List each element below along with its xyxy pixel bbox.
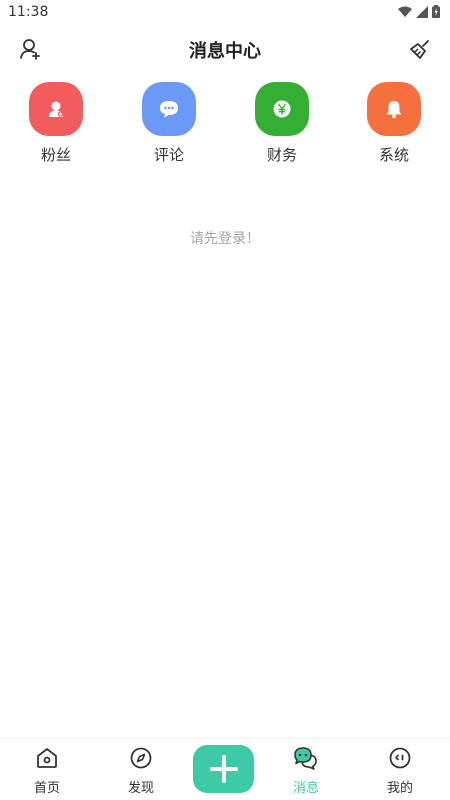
- publish-button[interactable]: [193, 745, 254, 793]
- fans-entry[interactable]: 粉丝: [11, 82, 101, 165]
- broom-icon: [410, 40, 429, 59]
- comment-entry[interactable]: 评论: [124, 82, 214, 165]
- wifi-icon: [398, 6, 412, 17]
- tab-profile[interactable]: 我的: [365, 745, 435, 796]
- message-category-row: 粉丝 评论 财务 系统: [0, 82, 450, 166]
- plus-icon: [209, 755, 238, 783]
- tab-home-label: 首页: [33, 781, 60, 796]
- bell-icon: [367, 82, 421, 136]
- status-bar: 11:38: [0, 0, 450, 24]
- bottom-tab-bar: 首页 发现 消息 我的: [0, 738, 450, 800]
- tab-discover-label: 发现: [127, 781, 154, 796]
- home-icon: [34, 745, 60, 771]
- comment-label: 评论: [153, 146, 184, 164]
- battery-icon: [432, 5, 440, 18]
- status-time: 11:38: [8, 4, 49, 20]
- finance-entry[interactable]: 财务: [237, 82, 327, 165]
- page-title: 消息中心: [189, 41, 261, 62]
- finance-label: 财务: [266, 146, 297, 164]
- comment-icon: [142, 82, 196, 136]
- fans-icon: [29, 82, 83, 136]
- tab-discover[interactable]: 发现: [106, 745, 176, 796]
- login-prompt-message: 请先登录！: [190, 231, 260, 247]
- signal-icon: [416, 5, 428, 18]
- system-entry[interactable]: 系统: [349, 82, 439, 165]
- status-icons: [398, 5, 440, 18]
- chat-bubble-icon: [293, 745, 319, 771]
- tab-profile-label: 我的: [386, 781, 413, 796]
- tab-home[interactable]: 首页: [12, 745, 82, 796]
- compass-icon: [128, 745, 154, 771]
- fans-label: 粉丝: [40, 146, 71, 164]
- finance-yen-icon: [255, 82, 309, 136]
- tab-messages[interactable]: 消息: [271, 745, 341, 796]
- profile-face-icon: [387, 745, 413, 771]
- clear-messages-button[interactable]: [407, 36, 433, 62]
- system-label: 系统: [378, 146, 409, 164]
- header: 消息中心: [0, 24, 450, 74]
- tab-messages-label: 消息: [292, 781, 319, 796]
